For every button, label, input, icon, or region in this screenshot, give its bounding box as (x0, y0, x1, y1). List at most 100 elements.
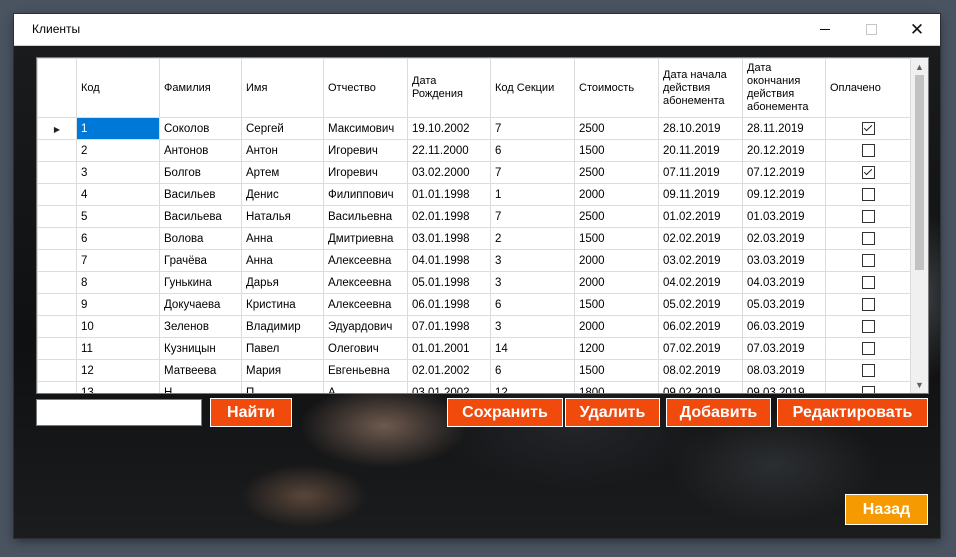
checkbox-checked[interactable] (861, 122, 875, 135)
table-cell[interactable]: Мария (241, 359, 324, 382)
clients-grid[interactable]: Код Фамилия Имя Отчество Дата Рождения Код Се… (36, 57, 929, 394)
table-cell[interactable]: П... (241, 381, 324, 393)
table-cell[interactable]: 1200 (574, 337, 659, 360)
table-cell[interactable]: 5 (76, 205, 160, 228)
table-cell[interactable]: Максимович (323, 117, 408, 140)
row-header[interactable] (37, 359, 77, 382)
table-cell[interactable]: 02.01.2002 (407, 359, 491, 382)
delete-button[interactable]: Удалить (565, 398, 660, 427)
checkbox-unchecked[interactable] (861, 232, 875, 245)
table-cell[interactable]: 6 (490, 293, 575, 316)
table-cell[interactable]: Павел (241, 337, 324, 360)
table-cell[interactable]: 06.02.2019 (658, 315, 743, 338)
column-header[interactable]: Дата начала действия абонемента (658, 58, 743, 118)
table-cell[interactable]: Наталья (241, 205, 324, 228)
checkbox-unchecked[interactable] (861, 386, 875, 393)
table-cell[interactable]: 8 (76, 271, 160, 294)
table-cell[interactable]: 2500 (574, 161, 659, 184)
table-cell[interactable]: 03.01.1998 (407, 227, 491, 250)
table-cell[interactable]: 07.12.2019 (742, 161, 826, 184)
table-cell[interactable]: Болгов (159, 161, 242, 184)
table-cell[interactable]: Соколов (159, 117, 242, 140)
table-cell[interactable]: 04.02.2019 (658, 271, 743, 294)
column-header[interactable]: Дата окончания действия абонемента (742, 58, 826, 118)
table-cell[interactable]: 7 (490, 205, 575, 228)
paid-cell[interactable] (825, 227, 911, 250)
table-cell[interactable]: Васильевна (323, 205, 408, 228)
table-cell[interactable]: 06.01.1998 (407, 293, 491, 316)
table-cell[interactable]: 1 (76, 117, 160, 140)
paid-cell[interactable] (825, 183, 911, 206)
edit-button[interactable]: Редактировать (777, 398, 928, 427)
table-cell[interactable]: Евгеньевна (323, 359, 408, 382)
table-cell[interactable]: Сергей (241, 117, 324, 140)
table-cell[interactable]: 08.02.2019 (658, 359, 743, 382)
table-cell[interactable]: Волова (159, 227, 242, 250)
table-cell[interactable]: Зеленов (159, 315, 242, 338)
table-cell[interactable]: Анна (241, 227, 324, 250)
table-cell[interactable]: 01.01.2001 (407, 337, 491, 360)
table-cell[interactable]: 20.11.2019 (658, 139, 743, 162)
table-row[interactable]: 11 Кузницын Павел Олегович 01.01.2001 14 1200 0… (37, 337, 911, 360)
table-cell[interactable]: Дарья (241, 271, 324, 294)
row-header[interactable] (37, 315, 77, 338)
row-header[interactable] (37, 293, 77, 316)
table-cell[interactable]: 20.12.2019 (742, 139, 826, 162)
row-header[interactable] (37, 183, 77, 206)
table-cell[interactable]: Алексеевна (323, 271, 408, 294)
paid-cell[interactable] (825, 117, 911, 140)
table-cell[interactable]: 2000 (574, 315, 659, 338)
table-row[interactable]: 8 Гунькина Дарья Алексеевна 05.01.1998 3 2000 0… (37, 271, 911, 294)
table-cell[interactable]: 7 (76, 249, 160, 272)
paid-cell[interactable] (825, 271, 911, 294)
table-cell[interactable]: Алексеевна (323, 249, 408, 272)
table-cell[interactable]: 03.03.2019 (742, 249, 826, 272)
table-cell[interactable]: Антон (241, 139, 324, 162)
table-cell[interactable]: 10 (76, 315, 160, 338)
table-cell[interactable]: 04.03.2019 (742, 271, 826, 294)
table-cell[interactable]: 07.03.2019 (742, 337, 826, 360)
checkbox-unchecked[interactable] (861, 254, 875, 267)
table-cell[interactable]: 1500 (574, 227, 659, 250)
table-cell[interactable]: 06.03.2019 (742, 315, 826, 338)
table-cell[interactable]: 01.01.1998 (407, 183, 491, 206)
table-cell[interactable]: Докучаева (159, 293, 242, 316)
table-cell[interactable]: 7 (490, 117, 575, 140)
scroll-thumb[interactable] (915, 75, 924, 270)
table-cell[interactable]: Денис (241, 183, 324, 206)
table-cell[interactable]: Артем (241, 161, 324, 184)
paid-cell[interactable] (825, 337, 911, 360)
table-cell[interactable]: 13 (76, 381, 160, 393)
table-row[interactable]: 3 Болгов Артем Игоревич 03.02.2000 7 2500 07.11… (37, 161, 911, 184)
paid-cell[interactable] (825, 249, 911, 272)
column-header[interactable]: Код (76, 58, 160, 118)
table-cell[interactable]: 22.11.2000 (407, 139, 491, 162)
table-cell[interactable]: 2 (490, 227, 575, 250)
checkbox-unchecked[interactable] (861, 188, 875, 201)
minimize-button[interactable] (802, 14, 848, 45)
table-cell[interactable]: 6 (76, 227, 160, 250)
table-cell[interactable]: 9 (76, 293, 160, 316)
table-cell[interactable]: 1 (490, 183, 575, 206)
find-button[interactable]: Найти (210, 398, 292, 427)
paid-cell[interactable] (825, 381, 911, 393)
table-cell[interactable]: 3 (490, 271, 575, 294)
paid-cell[interactable] (825, 315, 911, 338)
table-cell[interactable]: 05.01.1998 (407, 271, 491, 294)
table-cell[interactable]: 07.02.2019 (658, 337, 743, 360)
checkbox-unchecked[interactable] (861, 298, 875, 311)
column-header[interactable]: Оплачено (825, 58, 911, 118)
table-cell[interactable]: Игоревич (323, 161, 408, 184)
checkbox-unchecked[interactable] (861, 342, 875, 355)
table-cell[interactable]: Грачёва (159, 249, 242, 272)
table-cell[interactable]: 3 (490, 249, 575, 272)
search-input[interactable] (36, 399, 202, 426)
row-header[interactable] (37, 337, 77, 360)
table-cell[interactable]: 03.02.2019 (658, 249, 743, 272)
table-cell[interactable]: 02.02.2019 (658, 227, 743, 250)
table-cell[interactable]: 2 (76, 139, 160, 162)
paid-cell[interactable] (825, 359, 911, 382)
table-cell[interactable]: 6 (490, 139, 575, 162)
checkbox-unchecked[interactable] (861, 364, 875, 377)
table-cell[interactable]: 3 (490, 315, 575, 338)
